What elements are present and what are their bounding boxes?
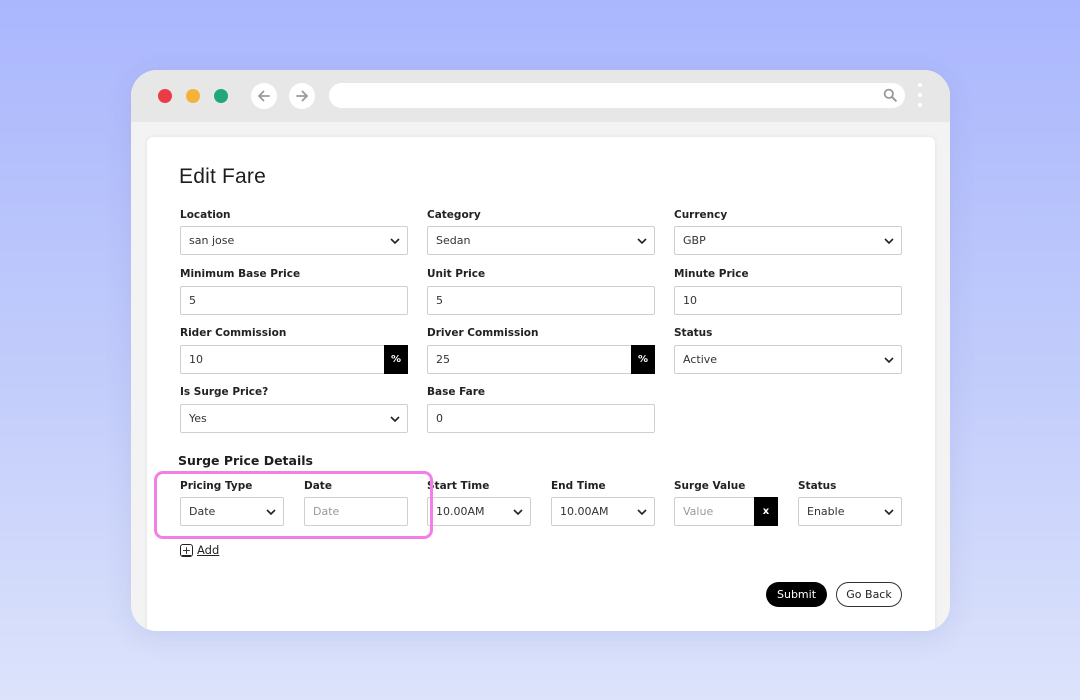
is-surge-select[interactable]: Yes — [180, 404, 408, 433]
surge-value-label: Surge Value — [674, 480, 746, 492]
more-options-icon[interactable] — [917, 83, 923, 109]
chevron-down-icon — [383, 415, 407, 422]
edit-fare-card: Edit Fare Location san jose Category Sed… — [147, 137, 935, 631]
start-time-label: Start Time — [427, 480, 490, 492]
category-select[interactable]: Sedan — [427, 226, 655, 255]
location-label: Location — [180, 209, 231, 221]
is-surge-label: Is Surge Price? — [180, 386, 269, 398]
driver-commission-label: Driver Commission — [427, 327, 539, 339]
unit-price-label: Unit Price — [427, 268, 486, 280]
pricing-type-select[interactable]: Date — [180, 497, 284, 526]
status-select[interactable]: Active — [674, 345, 902, 374]
unit-price-input[interactable]: 5 — [427, 286, 655, 315]
chevron-down-icon — [877, 237, 901, 244]
end-time-select[interactable]: 10.00AM — [551, 497, 655, 526]
submit-button[interactable]: Submit — [766, 582, 827, 607]
surge-status-select[interactable]: Enable — [798, 497, 902, 526]
add-label: Add — [197, 543, 220, 557]
add-surge-link[interactable]: + Add — [180, 543, 219, 557]
status-label: Status — [674, 327, 713, 339]
minute-price-input[interactable]: 10 — [674, 286, 902, 315]
currency-label: Currency — [674, 209, 728, 221]
close-window-dot[interactable] — [158, 89, 172, 103]
category-label: Category — [427, 209, 481, 221]
go-back-button[interactable]: Go Back — [836, 582, 902, 607]
back-button[interactable] — [251, 83, 277, 109]
base-fare-input[interactable]: 0 — [427, 404, 655, 433]
remove-surge-button[interactable]: x — [754, 497, 778, 526]
chevron-down-icon — [383, 237, 407, 244]
percent-addon: % — [631, 345, 655, 374]
driver-commission-input[interactable]: 25 % — [427, 345, 655, 374]
arrow-left-icon — [258, 90, 270, 102]
forward-button[interactable] — [289, 83, 315, 109]
location-select[interactable]: san jose — [180, 226, 408, 255]
chevron-down-icon — [506, 508, 530, 515]
browser-titlebar — [131, 70, 950, 122]
chevron-down-icon — [877, 356, 901, 363]
chevron-down-icon — [877, 508, 901, 515]
rider-commission-label: Rider Commission — [180, 327, 287, 339]
search-icon[interactable] — [883, 88, 897, 102]
currency-select[interactable]: GBP — [674, 226, 902, 255]
date-input[interactable]: Date — [304, 497, 408, 526]
chevron-down-icon — [630, 508, 654, 515]
chevron-down-icon — [630, 237, 654, 244]
chevron-down-icon — [259, 508, 283, 515]
surge-status-label: Status — [798, 480, 837, 492]
percent-addon: % — [384, 345, 408, 374]
page-title: Edit Fare — [179, 165, 266, 188]
surge-section-title: Surge Price Details — [178, 453, 313, 468]
maximize-window-dot[interactable] — [214, 89, 228, 103]
base-fare-label: Base Fare — [427, 386, 486, 398]
arrow-right-icon — [296, 90, 308, 102]
browser-window: Edit Fare Location san jose Category Sed… — [131, 70, 950, 631]
min-base-price-input[interactable]: 5 — [180, 286, 408, 315]
date-label: Date — [304, 480, 332, 492]
pricing-type-label: Pricing Type — [180, 480, 253, 492]
minimize-window-dot[interactable] — [186, 89, 200, 103]
min-base-price-label: Minimum Base Price — [180, 268, 301, 280]
page-area: Edit Fare Location san jose Category Sed… — [131, 122, 950, 631]
rider-commission-input[interactable]: 10 % — [180, 345, 408, 374]
end-time-label: End Time — [551, 480, 606, 492]
surge-value-input[interactable]: Value x — [674, 497, 778, 526]
address-bar[interactable] — [329, 83, 905, 108]
minute-price-label: Minute Price — [674, 268, 749, 280]
start-time-select[interactable]: 10.00AM — [427, 497, 531, 526]
plus-icon: + — [180, 543, 193, 557]
